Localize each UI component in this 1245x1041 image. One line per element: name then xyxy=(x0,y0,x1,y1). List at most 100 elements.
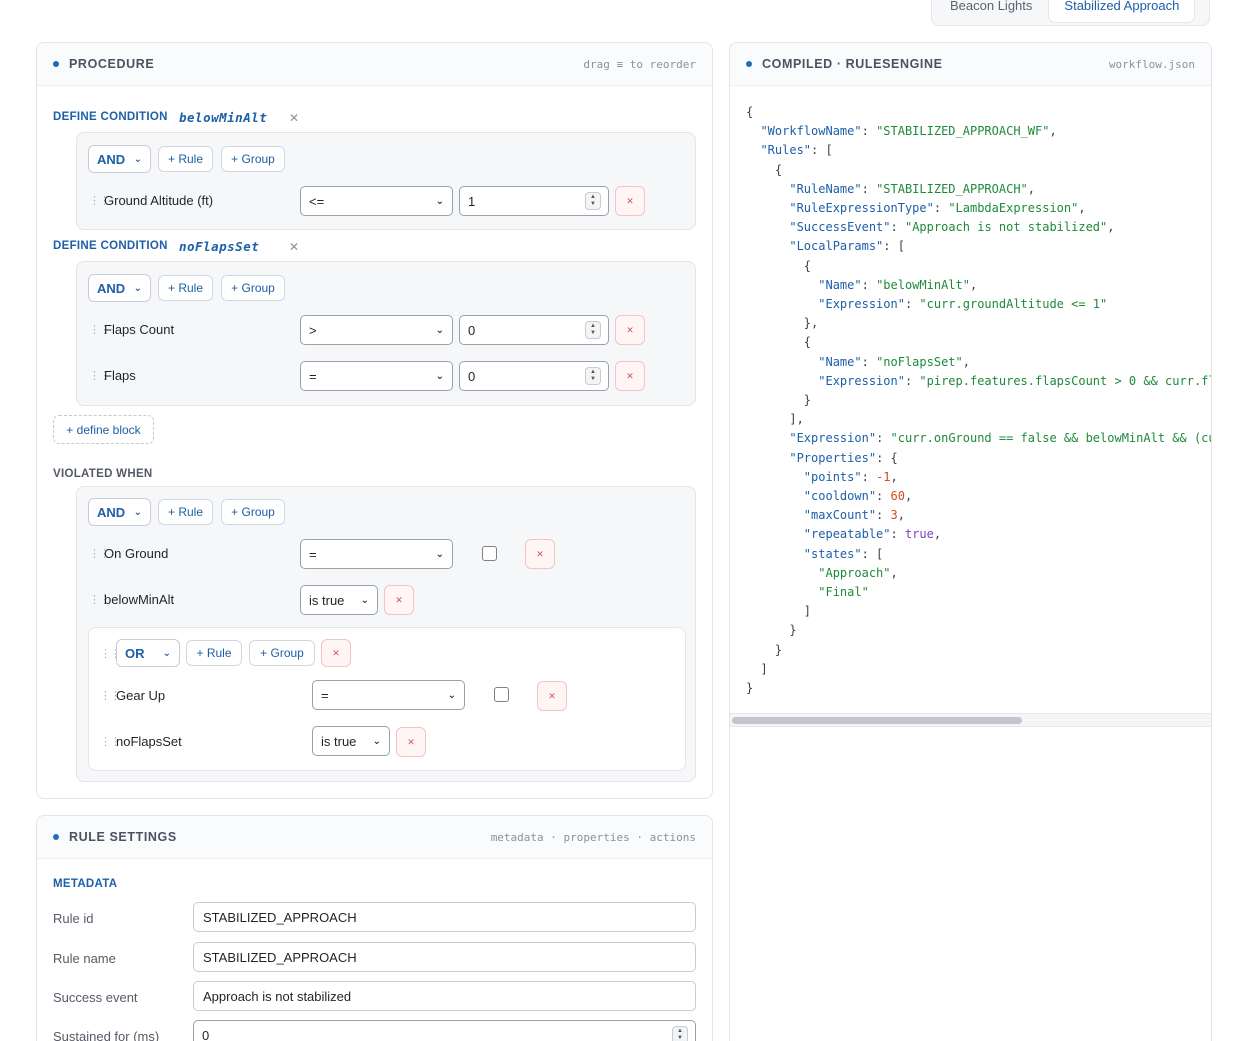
rule-settings-panel: RULE SETTINGS metadata · properties · ac… xyxy=(36,815,713,1041)
value-input[interactable]: 0 ▲ ▼ xyxy=(459,315,609,345)
value-checkbox[interactable] xyxy=(482,546,497,561)
delete-rule-button[interactable]: ✕ xyxy=(525,539,555,569)
stepper-icon[interactable]: ▲ ▼ xyxy=(672,1026,688,1041)
procedure-title: PROCEDURE xyxy=(69,57,155,71)
code-line: "maxCount": 3, xyxy=(803,508,905,523)
add-rule-button[interactable]: + Rule xyxy=(158,499,213,525)
stepper-icon[interactable]: ▲ ▼ xyxy=(585,192,601,210)
rule-settings-title: RULE SETTINGS xyxy=(69,830,177,844)
procedure-panel: PROCEDURE drag ≡ to reorder DEFINE CONDI… xyxy=(36,42,713,799)
compiled-filename: workflow.json xyxy=(1108,57,1195,71)
code-line: "Properties": { xyxy=(789,450,898,465)
remove-condition-button[interactable]: ✕ xyxy=(289,111,299,125)
code-line: "Expression": "curr.groundAltitude <= 1" xyxy=(818,297,1108,312)
operator-select[interactable]: is true ⌄ xyxy=(300,585,378,615)
chevron-down-icon: ⌄ xyxy=(360,594,369,606)
combinator-select[interactable]: AND ⌄ xyxy=(88,145,151,173)
code-line: "points": -1, xyxy=(803,469,898,484)
combinator-select[interactable]: AND ⌄ xyxy=(88,498,151,526)
compiled-title: COMPILED · RULESENGINE xyxy=(762,57,943,71)
delete-rule-button[interactable]: ✕ xyxy=(615,361,645,391)
define-condition-label: DEFINE CONDITION xyxy=(53,111,168,123)
add-rule-button[interactable]: + Rule xyxy=(186,640,242,666)
violated-when-label: VIOLATED WHEN xyxy=(53,468,153,480)
define-block-button[interactable]: + define block xyxy=(53,415,154,444)
sustained-for-input[interactable]: 0 ▲ ▼ xyxy=(193,1020,696,1041)
code-line: "Expression": "curr.onGround == false &&… xyxy=(789,431,1212,446)
reorder-hint: drag ≡ to reorder xyxy=(583,57,696,71)
procedure-header: PROCEDURE drag ≡ to reorder xyxy=(37,43,712,86)
code-line: } xyxy=(746,393,812,408)
rule-settings-hint: metadata · properties · actions xyxy=(490,830,696,844)
compiled-header: COMPILED · RULESENGINE workflow.json xyxy=(730,43,1211,86)
workflow-tabs: Beacon Lights Stabilized Approach xyxy=(931,0,1210,26)
rule-field-label: On Ground xyxy=(104,546,169,561)
value-input[interactable]: 0 ▲ ▼ xyxy=(459,361,609,391)
add-group-button[interactable]: + Group xyxy=(249,640,315,666)
delete-rule-button[interactable]: ✕ xyxy=(615,186,645,216)
code-line: }, xyxy=(746,316,819,331)
code-line: "WorkflowName": "STABILIZED_APPROACH_WF"… xyxy=(760,124,1057,139)
add-group-button[interactable]: + Group xyxy=(221,275,285,301)
condition-name-noflapsset[interactable]: noFlapsSet xyxy=(179,239,259,254)
chevron-down-icon: ⌄ xyxy=(435,195,444,207)
code-line: "repeatable": true, xyxy=(803,527,942,542)
chevron-down-icon: ⌄ xyxy=(133,506,142,518)
success-event-label: Success event xyxy=(53,990,138,1005)
rule-id-input[interactable]: STABILIZED_APPROACH xyxy=(193,902,696,932)
combinator-select[interactable]: AND ⌄ xyxy=(88,274,151,302)
rule-settings-header: RULE SETTINGS metadata · properties · ac… xyxy=(37,816,712,859)
rule-field-label: noFlapsSet xyxy=(116,734,182,749)
code-line: "Name": "belowMinAlt", xyxy=(818,277,978,292)
delete-rule-button[interactable]: ✕ xyxy=(384,585,414,615)
value-checkbox[interactable] xyxy=(494,687,509,702)
status-dot-icon xyxy=(53,834,59,840)
success-event-input[interactable]: Approach is not stabilized xyxy=(193,981,696,1011)
chevron-down-icon: ⌄ xyxy=(435,324,444,336)
sustained-for-label: Sustained for (ms) xyxy=(53,1029,160,1041)
rule-name-input[interactable]: STABILIZED_APPROACH xyxy=(193,942,696,972)
scrollbar-thumb[interactable] xyxy=(732,717,1022,724)
tab-beacon-lights[interactable]: Beacon Lights xyxy=(935,0,1047,22)
code-line: "cooldown": 60, xyxy=(803,489,913,504)
operator-select[interactable]: <= ⌄ xyxy=(300,186,453,216)
code-line: "states": [ xyxy=(803,546,884,561)
stepper-icon[interactable]: ▲ ▼ xyxy=(585,367,601,385)
code-line: { xyxy=(746,105,754,119)
code-line: } xyxy=(746,642,783,657)
operator-select[interactable]: = ⌄ xyxy=(300,539,453,569)
chevron-down-icon: ⌄ xyxy=(133,153,142,165)
chevron-down-icon: ⌄ xyxy=(435,548,444,560)
add-rule-button[interactable]: + Rule xyxy=(158,275,213,301)
condition-name-belowminalt[interactable]: belowMinAlt xyxy=(179,110,269,125)
code-line: ] xyxy=(746,604,812,619)
chevron-down-icon: ⌄ xyxy=(133,282,142,294)
or-subgroup: ⋮⋮ OR ⌄ + Rule + Group ✕ ⋮⋮ Gear Up = ⌄ ✕ … xyxy=(88,627,686,771)
code-line: "Final" xyxy=(818,585,869,600)
delete-rule-button[interactable]: ✕ xyxy=(615,315,645,345)
operator-select[interactable]: > ⌄ xyxy=(300,315,453,345)
rule-id-label: Rule id xyxy=(53,911,94,926)
rule-name-label: Rule name xyxy=(53,951,116,966)
add-group-button[interactable]: + Group xyxy=(221,499,285,525)
operator-select[interactable]: = ⌄ xyxy=(312,680,465,710)
code-line: "SuccessEvent": "Approach is not stabili… xyxy=(789,220,1115,235)
condition-group-belowminalt: AND ⌄ + Rule + Group ⋮⋮ Ground Altitude (… xyxy=(76,132,696,230)
delete-group-button[interactable]: ✕ xyxy=(321,639,351,667)
delete-rule-button[interactable]: ✕ xyxy=(396,727,426,757)
remove-condition-button[interactable]: ✕ xyxy=(289,240,299,254)
add-group-button[interactable]: + Group xyxy=(221,146,285,172)
rule-field-label: belowMinAlt xyxy=(104,592,175,607)
rule-field-label: Flaps xyxy=(104,368,136,383)
delete-rule-button[interactable]: ✕ xyxy=(537,681,567,711)
code-line: } xyxy=(746,681,754,696)
operator-select[interactable]: is true ⌄ xyxy=(312,726,390,756)
horizontal-scrollbar[interactable] xyxy=(730,713,1211,727)
stepper-icon[interactable]: ▲ ▼ xyxy=(585,321,601,339)
code-line: "Expression": "pirep.features.flapsCount… xyxy=(818,373,1212,388)
tab-stabilized-approach[interactable]: Stabilized Approach xyxy=(1049,0,1195,22)
add-rule-button[interactable]: + Rule xyxy=(158,146,213,172)
operator-select[interactable]: = ⌄ xyxy=(300,361,453,391)
combinator-select[interactable]: OR ⌄ xyxy=(116,639,180,667)
value-input[interactable]: 1 ▲ ▼ xyxy=(459,186,609,216)
